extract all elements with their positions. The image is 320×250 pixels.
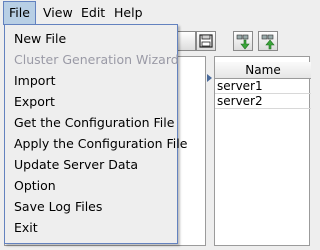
menu-item-update-server-data[interactable]: Update Server Data (5, 155, 177, 175)
menu-bar: File View Edit Help (0, 0, 310, 26)
column-header-name[interactable]: Name (215, 62, 311, 79)
menu-item-cluster-generation-wizard: Cluster Generation Wizard (14, 52, 179, 67)
menu-item-export[interactable]: Export (5, 92, 177, 112)
menu-view[interactable]: View (38, 2, 78, 24)
download-icon (236, 34, 250, 50)
menu-item-apply-configuration-file[interactable]: Apply the Configuration File (5, 134, 187, 154)
table-row[interactable]: server2 (215, 94, 311, 109)
save-icon (199, 34, 213, 48)
table-row[interactable]: server1 (215, 79, 311, 94)
save-button[interactable] (196, 31, 216, 51)
menu-file-label: File (9, 5, 30, 20)
menu-help[interactable]: Help (109, 2, 148, 24)
menu-view-label: View (43, 5, 73, 20)
menu-help-label: Help (114, 5, 143, 20)
upload-button[interactable] (258, 31, 278, 51)
menu-file[interactable]: File (3, 1, 36, 25)
server-table: Name server1 server2 (214, 56, 311, 246)
collapse-arrow-icon[interactable] (207, 74, 212, 82)
file-menu-dropdown: New File Cluster Generation Wizard Impor… (4, 24, 187, 244)
menu-edit-label: Edit (81, 5, 106, 20)
splitter[interactable] (206, 56, 214, 246)
menu-item-option[interactable]: Option (5, 176, 177, 196)
menu-item-import[interactable]: Import (5, 71, 177, 91)
menu-item-save-log-files[interactable]: Save Log Files (5, 197, 177, 217)
download-button[interactable] (233, 31, 253, 51)
toolbar-partial-button[interactable] (176, 31, 196, 51)
menu-edit[interactable]: Edit (76, 2, 110, 24)
upload-icon (261, 34, 275, 50)
menu-item-new-file[interactable]: New File (5, 29, 177, 49)
menu-item-get-configuration-file[interactable]: Get the Configuration File (5, 113, 177, 133)
menu-item-exit[interactable]: Exit (5, 218, 177, 238)
